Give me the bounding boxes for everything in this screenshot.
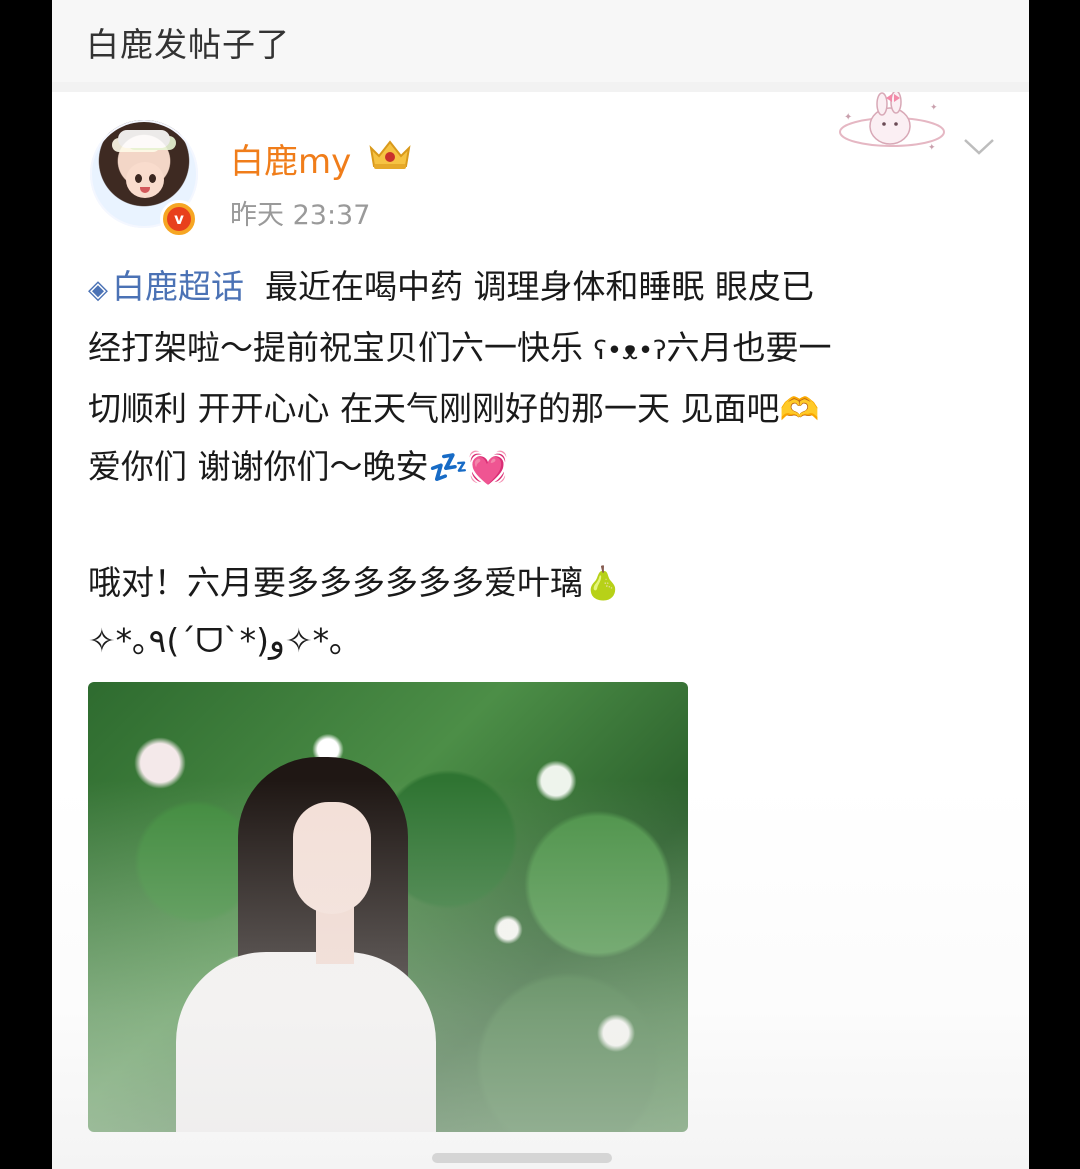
post-text-segment: 经打架啦～提前祝宝贝们六一快乐 (88, 328, 594, 367)
topic-link[interactable]: ◈ 白鹿超话 (88, 267, 244, 306)
post-line: 哦对！六月要多多多多多多爱叶璃🍐 (88, 554, 988, 612)
screen: 白鹿发帖子了 v 白鹿my 昨天 23:37 ✦ ✦ ✦ ◈ 白鹿超话 最近在喝中… (52, 0, 1029, 1169)
svg-text:✦: ✦ (928, 143, 936, 153)
post-text-segment: 爱你们 谢谢你们～晚安 (88, 447, 429, 486)
post-image[interactable] (88, 682, 688, 1132)
author-name[interactable]: 白鹿my (230, 134, 351, 183)
post-line: ✧*｡٩(ˊᗜˋ*)و✧*｡ (88, 612, 988, 670)
post-content: ◈ 白鹿超话 最近在喝中药 调理身体和睡眠 眼皮已 经打架啦～提前祝宝贝们六一快乐… (88, 258, 988, 670)
home-indicator[interactable] (432, 1153, 612, 1163)
post-line: 切顺利 开开心心 在天气刚刚好的那一天 见面吧🫶 (88, 380, 988, 438)
divider (52, 82, 1029, 92)
bear-kaomoji: ʕ•ᴥ•ʔ (593, 336, 667, 366)
heart-hands-emoji: 🫶 (779, 390, 820, 428)
post-line: ◈ 白鹿超话 最近在喝中药 调理身体和睡眠 眼皮已 (88, 258, 988, 319)
sleep-heart-emoji: 💤💓 (428, 448, 509, 486)
bunny-sticker-icon: ✦ ✦ ✦ (839, 92, 945, 153)
verified-badge-icon: v (160, 200, 198, 238)
topic-label: 白鹿超话 (112, 267, 244, 306)
post-line: 经打架啦～提前祝宝贝们六一快乐 ʕ•ᴥ•ʔ六月也要一 (88, 319, 988, 380)
photo-coat (176, 952, 436, 1132)
svg-text:✦: ✦ (844, 112, 852, 123)
photo-face (293, 802, 371, 914)
post-text-segment: 切顺利 开开心心 在天气刚刚好的那一天 见面吧 (88, 389, 780, 428)
post-text-segment: 哦对！六月要多多多多多多爱叶璃 (88, 563, 583, 602)
pear-emoji: 🍐 (583, 564, 623, 602)
crown-icon (369, 140, 411, 169)
avatar-flower-crown (118, 130, 170, 148)
post-line: 爱你们 谢谢你们～晚安💤💓 (88, 438, 988, 496)
avatar-eye (135, 174, 142, 183)
post-timestamp: 昨天 23:37 (230, 200, 371, 231)
post-text-segment: 六月也要一 (666, 328, 832, 367)
diamond-icon: ◈ (88, 275, 108, 305)
chevron-down-icon[interactable] (962, 134, 996, 158)
svg-text:✦: ✦ (930, 103, 938, 113)
avatar-eye (149, 174, 156, 183)
kaomoji: ✧*｡٩(ˊᗜˋ*)و✧*｡ (88, 621, 346, 660)
page-title: 白鹿发帖子了 (86, 25, 290, 64)
post-text-segment: 最近在喝中药 调理身体和睡眠 眼皮已 (244, 267, 814, 306)
top-bar: 白鹿发帖子了 (52, 0, 1029, 83)
